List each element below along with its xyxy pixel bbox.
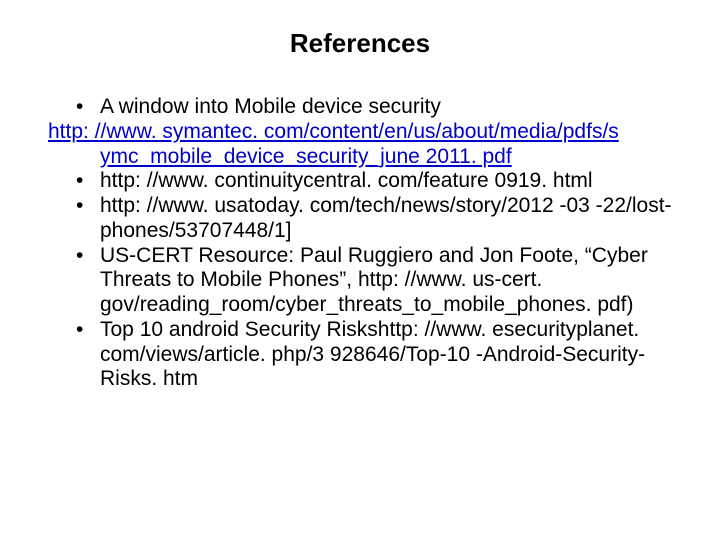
ref-text: http: //www. continuitycentral. com/feat… bbox=[100, 169, 593, 192]
slide-title: References bbox=[48, 28, 672, 59]
list-item: US-CERT Resource: Paul Ruggiero and Jon … bbox=[76, 244, 672, 318]
list-item: http: //www. usatoday. com/tech/news/sto… bbox=[76, 194, 672, 244]
list-item: A window into Mobile device security htt… bbox=[76, 95, 672, 169]
ref-text: http: //www. usatoday. com/tech/news/sto… bbox=[100, 194, 672, 242]
slide: References A window into Mobile device s… bbox=[0, 0, 720, 540]
references-list: A window into Mobile device security htt… bbox=[48, 95, 672, 392]
ref-link[interactable]: http: //www. symantec. com/content/en/us… bbox=[48, 120, 619, 145]
list-item: http: //www. continuitycentral. com/feat… bbox=[76, 169, 672, 194]
ref-text: Top 10 android Security Riskshttp: //www… bbox=[100, 318, 645, 391]
ref-text: A window into Mobile device security bbox=[100, 95, 441, 118]
list-item: Top 10 android Security Riskshttp: //www… bbox=[76, 318, 672, 392]
ref-text: US-CERT Resource: Paul Ruggiero and Jon … bbox=[100, 244, 648, 317]
ref-link-cont[interactable]: ymc_mobile_device_security_june 2011. pd… bbox=[100, 145, 672, 170]
